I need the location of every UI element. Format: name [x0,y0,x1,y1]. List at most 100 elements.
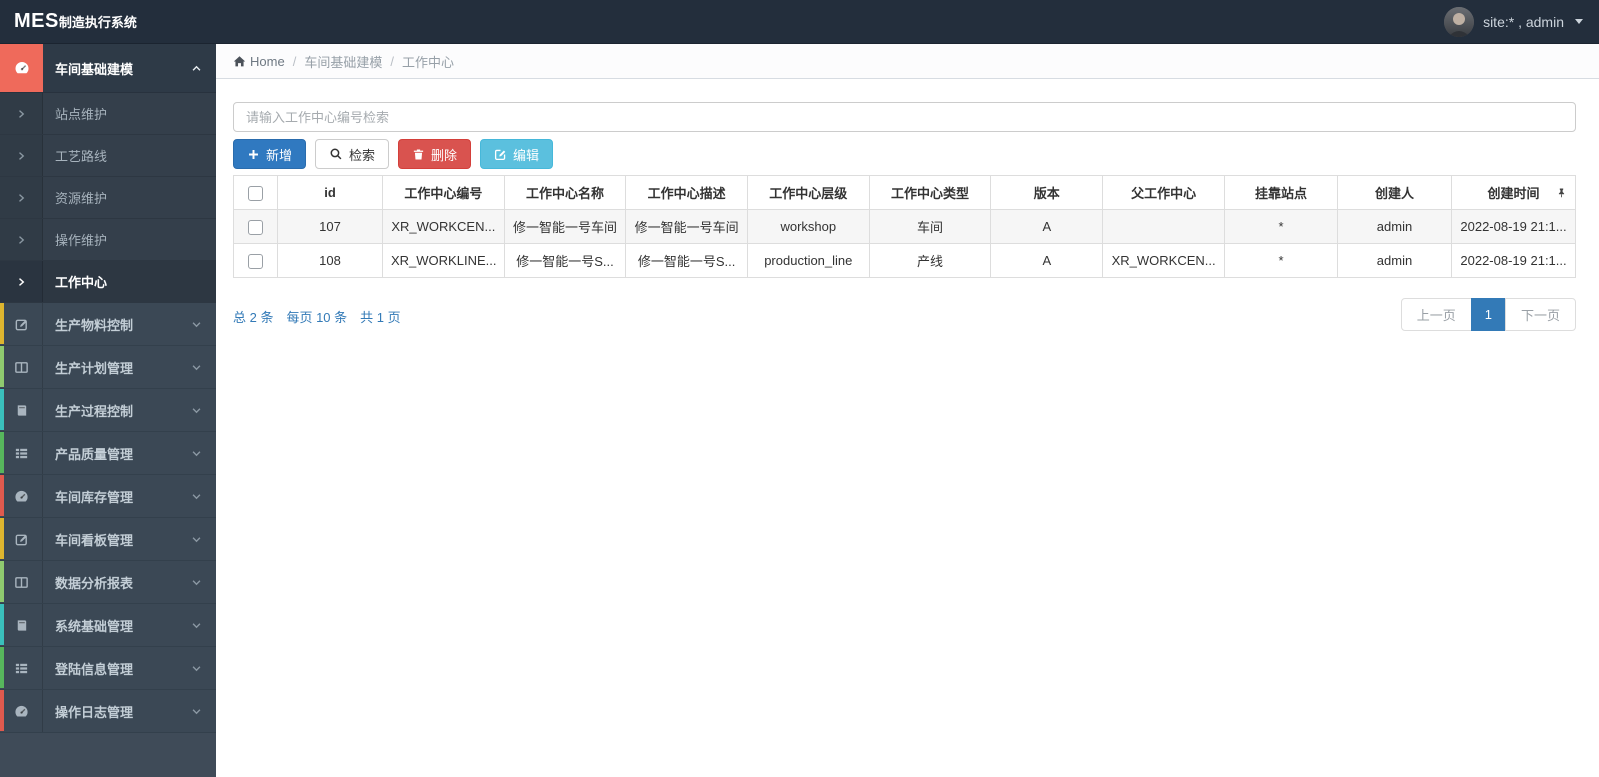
work-center-table: id 工作中心编号 工作中心名称 工作中心描述 工作中心层级 工作中心类型 版本… [233,175,1576,278]
accent-strip [0,389,4,430]
sidebar-item-work-center[interactable]: 工作中心 [0,261,216,303]
per-page-count[interactable]: 每页 10 条 [286,307,347,326]
sidebar-item-label: 生产物料控制 [55,317,134,333]
breadcrumb-separator: / [390,53,394,69]
column-header-name: 工作中心名称 [503,175,627,210]
total-count: 总 2 条 [233,310,274,325]
sidebar-item-label: 工艺路线 [55,149,108,164]
column-header-id: id [277,175,383,210]
column-header-type: 工作中心类型 [868,175,992,210]
chevron-down-icon [191,663,202,674]
sidebar-item-quality-management[interactable]: 产品质量管理 [0,432,216,475]
sidebar-item-material-control[interactable]: 生产物料控制 [0,303,216,346]
sidebar-item-workshop-modeling[interactable]: 车间基础建模 [0,44,216,93]
breadcrumb-home[interactable]: Home [233,54,285,69]
row-checkbox[interactable] [248,253,263,269]
breadcrumb: Home / 车间基础建模 / 工作中心 [216,44,1599,79]
page-count: 共 1 页 [360,310,401,325]
sidebar-item-login-info[interactable]: 登陆信息管理 [0,647,216,690]
row-checkbox[interactable] [248,219,263,235]
avatar [1444,6,1475,37]
sidebar-item-label: 操作日志管理 [55,704,134,720]
sidebar-item-label: 产品质量管理 [55,446,134,462]
cell-station: * [1224,243,1338,278]
cell-code: XR_WORKCEN... [382,209,505,244]
search-button[interactable]: 检索 [315,139,390,169]
brand-secondary: 制造执行系统 [58,15,137,30]
cell-version: A [990,243,1104,278]
cell-created-time: 2022-08-19 21:1... [1451,243,1576,278]
search-input[interactable] [233,102,1576,132]
chevron-down-icon [191,706,202,717]
select-all-cell [233,175,278,210]
edit-button[interactable]: 编辑 [480,139,554,169]
page-button-1[interactable]: 1 [1470,298,1506,331]
sidebar-filler [0,733,216,777]
pin-icon[interactable] [1556,187,1567,199]
sidebar-item-system-management[interactable]: 系统基础管理 [0,604,216,647]
sidebar-item-label: 工作中心 [55,275,108,290]
prev-page-button[interactable]: 上一页 [1400,298,1472,331]
trash-icon [413,148,424,160]
sidebar-item-inventory-management[interactable]: 车间库存管理 [0,475,216,518]
cell-type: 产线 [868,243,992,278]
toolbar: 新增 检索 删除 编辑 [233,139,1576,169]
user-label: site:* , admin [1483,13,1564,30]
sidebar-item-process-control[interactable]: 生产过程控制 [0,389,216,432]
sidebar-item-label: 资源维护 [55,191,108,206]
cell-description: 修一智能一号S... [625,243,748,278]
pagination: 总 2 条 每页 10 条 共 1 页 上一页 1 下一页 [233,298,1576,331]
column-header-code: 工作中心编号 [382,175,505,210]
topbar: MES 制造执行系统 site:* , admin [0,0,1599,44]
column-header-creator: 创建人 [1337,175,1452,210]
dashboard-icon [0,475,43,517]
chevron-right-icon [0,135,43,176]
sidebar-item-label: 数据分析报表 [55,575,134,591]
dashboard-icon [0,44,43,92]
chevron-up-icon [191,63,202,74]
cell-name: 修一智能一号车间 [503,209,627,244]
list-icon [0,432,43,474]
plus-icon [249,149,258,159]
sidebar-item-plan-management[interactable]: 生产计划管理 [0,346,216,389]
cell-station: * [1224,209,1338,244]
sidebar-item-label: 系统基础管理 [55,618,134,634]
table-header-row: id 工作中心编号 工作中心名称 工作中心描述 工作中心层级 工作中心类型 版本… [233,175,1576,210]
edit-square-icon [0,518,43,560]
next-page-button[interactable]: 下一页 [1504,298,1576,331]
cell-parent: XR_WORKCEN... [1102,243,1225,278]
add-button[interactable]: 新增 [233,139,307,169]
sidebar-item-kanban-management[interactable]: 车间看板管理 [0,518,216,561]
cell-level: workshop [746,209,870,244]
select-all-checkbox[interactable] [248,185,263,201]
accent-strip [0,647,4,688]
column-header-parent: 父工作中心 [1102,175,1225,210]
accent-strip [0,303,4,344]
chevron-down-icon [191,319,202,330]
user-menu[interactable]: site:* , admin [1444,6,1583,37]
breadcrumb-section[interactable]: 车间基础建模 [304,52,382,71]
sidebar-item-label: 车间看板管理 [55,532,134,548]
chevron-down-icon [1575,19,1583,24]
cell-description: 修一智能一号车间 [625,209,748,244]
sidebar-item-operation-log[interactable]: 操作日志管理 [0,690,216,733]
cell-version: A [990,209,1104,244]
sidebar-item-label: 生产过程控制 [55,403,134,419]
sidebar-item-label: 站点维护 [55,107,108,122]
delete-button[interactable]: 删除 [398,139,472,169]
sidebar-item-station-maintenance[interactable]: 站点维护 [0,93,216,135]
sidebar-item-label: 操作维护 [55,233,108,248]
chevron-down-icon [191,362,202,373]
cell-code: XR_WORKLINE... [382,243,505,278]
edit-square-icon [0,303,43,345]
sidebar-item-data-analysis[interactable]: 数据分析报表 [0,561,216,604]
home-icon [233,55,246,66]
sidebar-item-resource-maintenance[interactable]: 资源维护 [0,177,216,219]
sidebar-item-label: 车间基础建模 [55,61,134,77]
sidebar-item-process-route[interactable]: 工艺路线 [0,135,216,177]
sidebar-item-operation-maintenance[interactable]: 操作维护 [0,219,216,261]
breadcrumb-current: 工作中心 [401,54,454,70]
cell-id: 108 [277,243,383,278]
accent-strip [0,475,4,516]
cell-created-time: 2022-08-19 21:1... [1451,209,1576,244]
